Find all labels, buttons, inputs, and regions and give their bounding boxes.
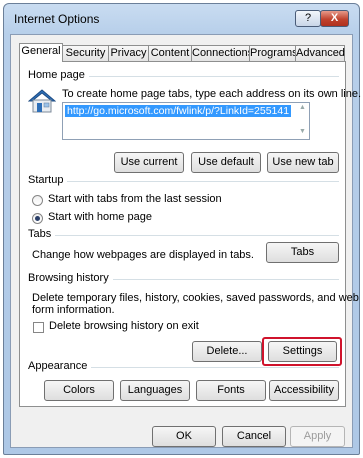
scroll-up-icon[interactable]: ▲ [299,104,306,111]
settings-button[interactable]: Settings [268,341,337,362]
tab-advanced[interactable]: Advanced [295,45,345,61]
languages-button[interactable]: Languages [120,380,190,401]
last-session-label[interactable]: Start with tabs from the last session [48,193,222,205]
appearance-group-title: Appearance [28,360,92,372]
home-page-group-title: Home page [28,69,89,81]
tab-connections[interactable]: Connections [191,45,253,61]
tab-content[interactable]: Content [148,45,192,61]
close-button[interactable]: X [320,10,349,27]
delete-on-exit-label[interactable]: Delete browsing history on exit [49,320,199,332]
help-button[interactable]: ? [295,10,321,27]
delete-on-exit-checkbox[interactable] [33,322,44,333]
tab-programs[interactable]: Programs [249,45,298,61]
startup-group-title: Startup [28,174,68,186]
use-new-tab-button[interactable]: Use new tab [267,152,339,173]
scroll-down-icon[interactable]: ▼ [299,128,306,135]
colors-button[interactable]: Colors [44,380,114,401]
tabs-group-line [28,235,339,236]
home-page-radio[interactable] [32,213,43,224]
tabs-button[interactable]: Tabs [266,242,339,263]
browsing-history-group-title: Browsing history [28,272,113,284]
dialog-client-area: General Security Privacy Content Connect… [10,34,361,448]
tab-general[interactable]: General [19,43,63,62]
tab-security[interactable]: Security [62,45,109,61]
use-default-button[interactable]: Use default [191,152,261,173]
accessibility-button[interactable]: Accessibility [269,380,339,401]
home-page-description: To create home page tabs, type each addr… [62,88,362,100]
home-page-url-value: http://go.microsoft.com/fwlink/p/?LinkId… [65,105,292,117]
home-page-radio-label[interactable]: Start with home page [48,211,152,223]
home-page-url-input[interactable]: http://go.microsoft.com/fwlink/p/?LinkId… [62,102,310,140]
title-bar[interactable]: Internet Options ? X [4,4,359,34]
url-scrollbar[interactable]: ▲ ▼ [297,103,309,139]
startup-group-line [28,181,339,182]
delete-button[interactable]: Delete... [192,341,262,362]
internet-options-dialog: Internet Options ? X General Security Pr… [3,3,361,455]
cancel-button[interactable]: Cancel [222,426,286,447]
browsing-history-description-line1: Delete temporary files, history, cookies… [32,292,359,304]
use-current-button[interactable]: Use current [114,152,184,173]
tab-privacy[interactable]: Privacy [108,45,149,61]
fonts-button[interactable]: Fonts [196,380,266,401]
ok-button[interactable]: OK [152,426,216,447]
tabs-description: Change how webpages are displayed in tab… [32,249,254,261]
browsing-history-description-line2: form information. [32,304,115,316]
tabs-group-title: Tabs [28,228,56,240]
general-tab-panel: Home page To create home page tabs, type… [19,61,361,407]
window-title: Internet Options [14,12,100,26]
last-session-radio[interactable] [32,195,43,206]
house-icon [27,88,57,114]
apply-button[interactable]: Apply [290,426,345,447]
